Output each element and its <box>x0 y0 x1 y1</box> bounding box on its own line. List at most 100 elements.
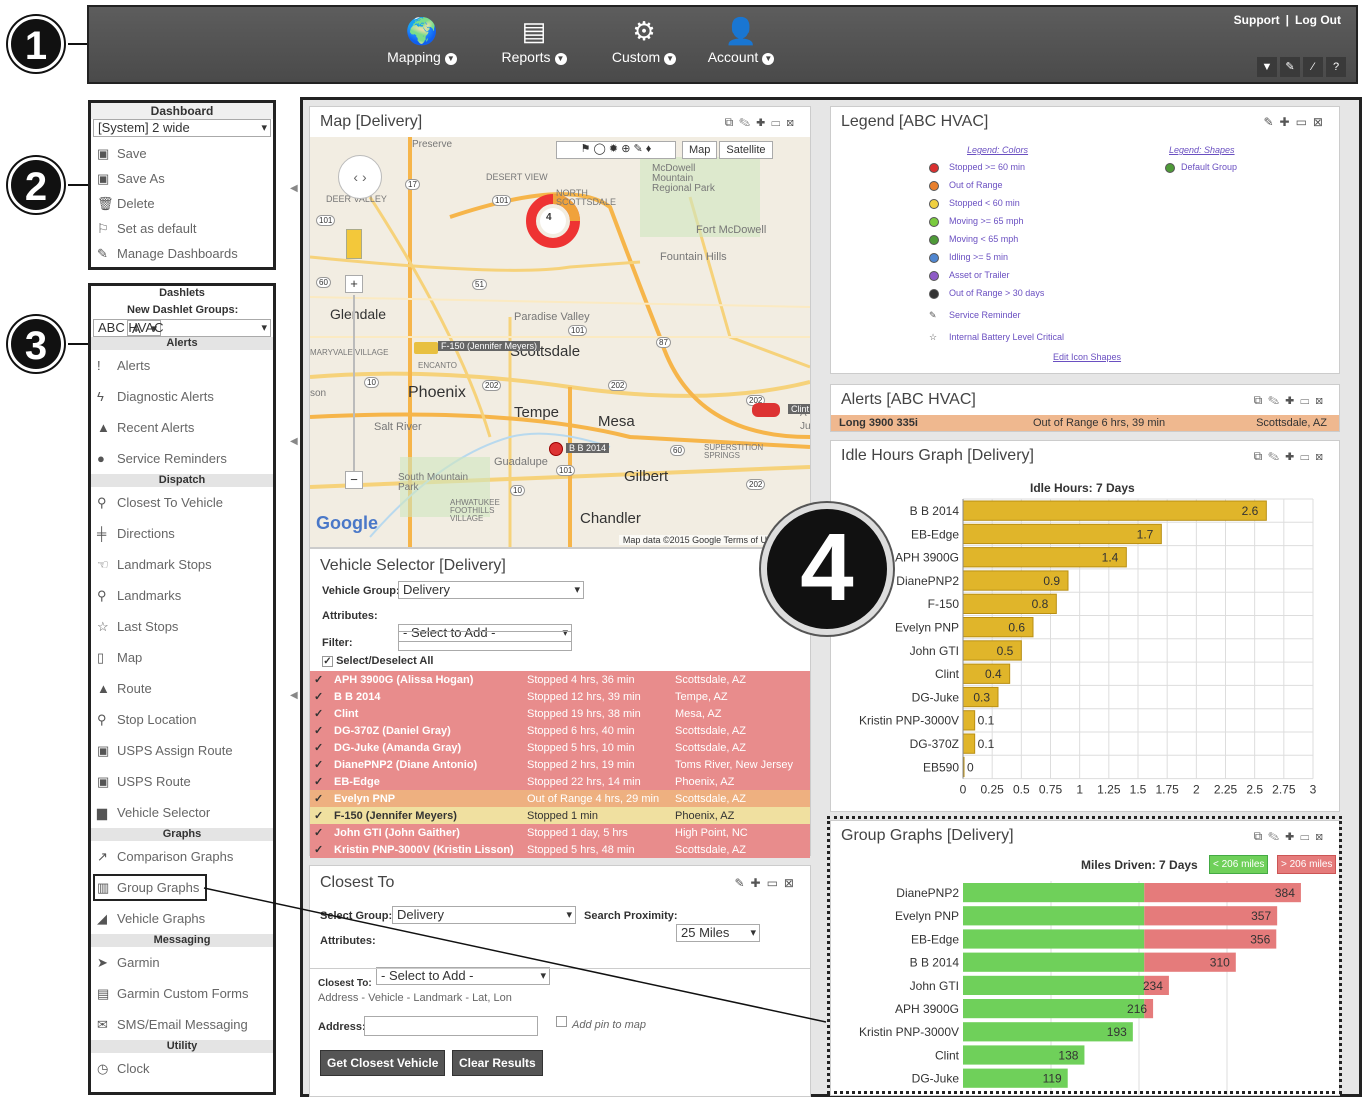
vehicle-checkbox[interactable]: ✓ <box>310 756 330 773</box>
nav-mapping[interactable]: 🌍 Mapping ▼ <box>367 13 477 65</box>
vehicle-checkbox[interactable]: ✓ <box>310 739 330 756</box>
nav-reports[interactable]: ▤ Reports ▼ <box>479 13 589 65</box>
filter-icon[interactable]: ▼ <box>1257 57 1277 77</box>
dashlet-route[interactable]: ▲ Route <box>91 673 273 704</box>
dashlet-landmarks[interactable]: ⚲ Landmarks <box>91 580 273 611</box>
vehicle-row[interactable]: ✓ Clint Stopped 19 hrs, 38 min Mesa, AZ <box>310 705 810 722</box>
vehicle-row[interactable]: ✓ DianePNP2 (Diane Antonio) Stopped 2 hrs,… <box>310 756 810 773</box>
vehicle-checkbox[interactable]: ✓ <box>310 841 330 858</box>
closest-group-select[interactable]: Delivery <box>392 906 576 924</box>
idle-bar[interactable] <box>962 733 976 754</box>
vehicle-checkbox[interactable]: ✓ <box>310 790 330 807</box>
map-type-satellite-button[interactable]: Satellite <box>719 141 773 159</box>
dashlet-alerts[interactable]: ! Alerts <box>91 350 273 381</box>
vehicle-row[interactable]: ✓ Evelyn PNP Out of Range 4 hrs, 29 min Sco… <box>310 790 810 807</box>
dashlet-vehicle-graphs[interactable]: ◢ Vehicle Graphs <box>91 903 273 934</box>
vehicle-row[interactable]: ✓ Kristin PNP-3000V (Kristin Lisson) Stopp… <box>310 841 810 858</box>
edit-icon-shapes-link[interactable]: Edit Icon Shapes <box>1053 352 1121 362</box>
panel-tools[interactable]: ⧉✎✚▭⊠ <box>1254 393 1329 408</box>
get-closest-vehicle-button[interactable]: Get Closest Vehicle <box>320 1050 446 1076</box>
dashlet-group-select[interactable]: ABC HVAC <box>93 319 271 337</box>
vehicle-row[interactable]: ✓ EB-Edge Stopped 22 hrs, 14 min Phoenix, A… <box>310 773 810 790</box>
dashboard-delete-button[interactable]: 🗑 Delete <box>91 191 273 216</box>
idle-bar[interactable] <box>962 523 1162 545</box>
help-icon[interactable]: ? <box>1326 57 1346 77</box>
select-all-row[interactable]: ✓ Select/Deselect All <box>322 655 433 667</box>
map-pan-control-icon[interactable]: ‹ › <box>338 155 382 199</box>
dashlet-map[interactable]: ▯ Map <box>91 642 273 673</box>
select-all-checkbox[interactable]: ✓ <box>322 656 333 667</box>
vehicle-row[interactable]: ✓ DG-370Z (Daniel Gray) Stopped 6 hrs, 40 … <box>310 722 810 739</box>
collapse-arrow-icon[interactable]: ◀ <box>290 436 298 447</box>
map-canvas[interactable]: 4 Preserve DESERT VIEW McDowell Mountain R… <box>310 137 810 547</box>
panel-tools[interactable]: ✎✚▭⊠ <box>734 876 800 890</box>
wrench-icon[interactable]: ✎ <box>1280 57 1300 77</box>
panel-tools[interactable]: ⧉✎✚▭⊠ <box>725 115 800 130</box>
map-type-map-button[interactable]: Map <box>682 141 718 159</box>
nav-custom[interactable]: ⚙ Custom ▼ <box>589 13 699 65</box>
idle-bar[interactable] <box>962 500 1267 521</box>
dashlet-recent-alerts[interactable]: ▲ Recent Alerts <box>91 412 273 443</box>
clear-results-button[interactable]: Clear Results <box>452 1050 543 1076</box>
vehicle-car-icon[interactable] <box>752 403 780 417</box>
dashlet-vehicle-selector[interactable]: ▆ Vehicle Selector <box>91 797 273 828</box>
map-draw-tools[interactable]: ⚑ ◯ ✹ ⊕ ✎ ♦ Map Satellite <box>556 141 773 159</box>
vehicle-truck-icon[interactable] <box>414 342 438 354</box>
idle-bar[interactable] <box>962 710 976 731</box>
dashlet-service-reminders[interactable]: ● Service Reminders <box>91 443 273 474</box>
dashlet-stop-location[interactable]: ⚲ Stop Location <box>91 704 273 735</box>
zoom-in-icon[interactable]: + <box>345 275 363 293</box>
vehicle-pin-icon[interactable] <box>549 442 563 456</box>
vehicle-checkbox[interactable]: ✓ <box>310 773 330 790</box>
panel-tools[interactable]: ⧉✎✚▭⊠ <box>1254 449 1329 464</box>
dashlet-landmark-stops[interactable]: ☜ Landmark Stops <box>91 549 273 580</box>
dashlet-comparison-graphs[interactable]: ↗ Comparison Graphs <box>91 841 273 872</box>
collapse-arrow-icon[interactable]: ◀ <box>290 183 298 194</box>
zoom-slider[interactable] <box>353 295 355 471</box>
dashlet-garmin-custom-forms[interactable]: ▤ Garmin Custom Forms <box>91 978 273 1009</box>
dashlet-group-graphs[interactable]: ▥ Group Graphs <box>91 872 209 903</box>
vehicle-row[interactable]: ✓ John GTI (John Gaither) Stopped 1 day, 5… <box>310 824 810 841</box>
address-input[interactable] <box>364 1016 538 1036</box>
nav-account[interactable]: 👤 Account ▼ <box>686 13 796 65</box>
panel-tools[interactable]: ✎✚▭⊠ <box>1263 115 1329 129</box>
vehicle-row[interactable]: ✓ B B 2014 Stopped 12 hrs, 39 min Tempe, AZ <box>310 688 810 705</box>
vehicle-checkbox[interactable]: ✓ <box>310 824 330 841</box>
dashlet-last-stops[interactable]: ☆ Last Stops <box>91 611 273 642</box>
collapse-arrow-icon[interactable]: ◀ <box>290 690 298 701</box>
dashlet-usps-assign-route[interactable]: ▣ USPS Assign Route <box>91 735 273 766</box>
dashboard-save-as-button[interactable]: ▣ Save As <box>91 166 273 191</box>
vehicle-row[interactable]: ✓ APH 3900G (Alissa Hogan) Stopped 4 hrs, … <box>310 671 810 688</box>
vehicle-checkbox[interactable]: ✓ <box>310 705 330 722</box>
vehicle-row[interactable]: ✓ F-150 (Jennifer Meyers) Stopped 1 min Pho… <box>310 807 810 824</box>
vehicle-row[interactable]: ✓ DG-Juke (Amanda Gray) Stopped 5 hrs, 10 … <box>310 739 810 756</box>
filter-input[interactable] <box>398 631 572 651</box>
alert-row[interactable]: Long 3900 335i Out of Range 6 hrs, 39 mi… <box>831 415 1339 431</box>
vehicle-checkbox[interactable]: ✓ <box>310 722 330 739</box>
draw-tools-icon[interactable]: ⚑ ◯ ✹ ⊕ ✎ ♦ <box>556 141 676 159</box>
dashlet-directions[interactable]: ╪ Directions <box>91 518 273 549</box>
dashlet-usps-route[interactable]: ▣ USPS Route <box>91 766 273 797</box>
map-cluster-count[interactable]: 4 <box>546 212 552 223</box>
dashboard-select[interactable]: [System] 2 wide <box>93 119 271 137</box>
closest-attributes-select[interactable]: - Select to Add - <box>376 967 550 985</box>
dashboard-save-button[interactable]: ▣ Save <box>91 141 273 166</box>
logout-link[interactable]: Log Out <box>1295 13 1341 27</box>
closest-to-options[interactable]: Address - Vehicle - Landmark - Lat, Lon <box>318 992 512 1004</box>
vehicle-checkbox[interactable]: ✓ <box>310 807 330 824</box>
street-view-pegman-icon[interactable] <box>346 229 362 259</box>
dashlet-sms-email-messaging[interactable]: ✉ SMS/Email Messaging <box>91 1009 273 1040</box>
dashboard-manage-dashboards-button[interactable]: ✎ Manage Dashboards <box>91 241 273 266</box>
dashlet-clock[interactable]: ◷ Clock <box>91 1053 273 1084</box>
add-pin-checkbox[interactable] <box>556 1016 567 1027</box>
edit-icon[interactable]: ⁄ <box>1303 57 1323 77</box>
dashlet-garmin[interactable]: ➤ Garmin <box>91 947 273 978</box>
vehicle-checkbox[interactable]: ✓ <box>310 688 330 705</box>
vehicle-checkbox[interactable]: ✓ <box>310 671 330 688</box>
dashlet-diagnostic-alerts[interactable]: ϟ Diagnostic Alerts <box>91 381 273 412</box>
vehicle-group-select[interactable]: Delivery <box>398 581 584 599</box>
dashboard-set-as-default-button[interactable]: ⚐ Set as default <box>91 216 273 241</box>
dashlet-closest-to-vehicle[interactable]: ⚲ Closest To Vehicle <box>91 487 273 518</box>
search-proximity-select[interactable]: 25 Miles <box>676 924 760 942</box>
support-link[interactable]: Support <box>1234 13 1280 27</box>
